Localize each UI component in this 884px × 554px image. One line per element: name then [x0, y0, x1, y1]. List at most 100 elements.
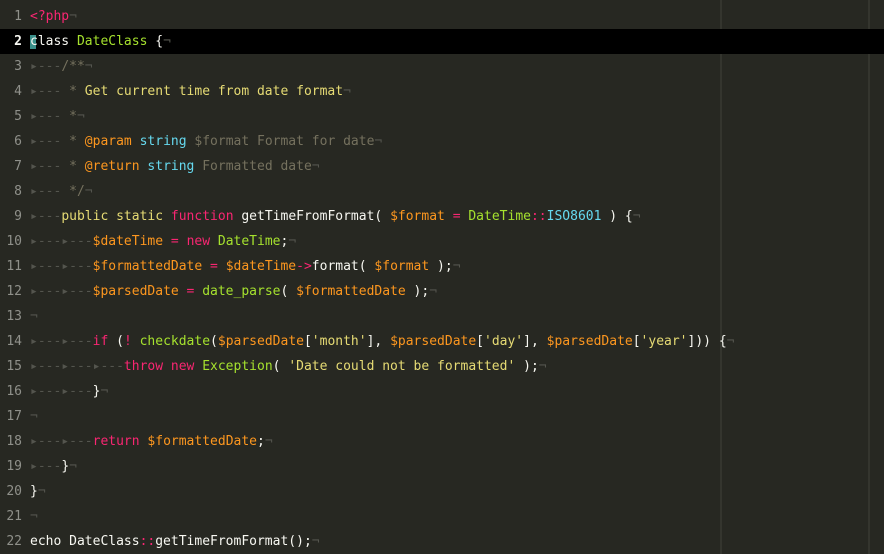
- line-number: 10: [6, 234, 22, 249]
- whitespace-marker: ¬: [311, 159, 320, 174]
- whitespace-marker: ▸---▸---: [30, 434, 93, 449]
- code-token: $dateTime: [225, 259, 297, 274]
- line-number: 22: [6, 534, 22, 549]
- code-token: public: [61, 209, 109, 224]
- code-line[interactable]: 9 ▸---public static function getTimeFromF…: [0, 204, 884, 229]
- whitespace-marker: ¬: [429, 284, 438, 299]
- code-text[interactable]: class DateClass {¬: [30, 29, 171, 54]
- line-number: 18: [6, 434, 22, 449]
- code-text[interactable]: ▸---▸---if (! checkdate($parsedDate['mon…: [30, 329, 734, 354]
- whitespace-marker: ▸---▸---: [30, 259, 93, 274]
- code-line[interactable]: 14 ▸---▸---if (! checkdate($parsedDate['m…: [0, 329, 884, 354]
- code-token: );: [405, 284, 430, 299]
- code-line[interactable]: 10 ▸---▸---$dateTime = new DateTime;¬: [0, 229, 884, 254]
- code-line[interactable]: 16 ▸---▸---}¬: [0, 379, 884, 404]
- code-token: $parsedDate: [217, 334, 304, 349]
- line-number: 2: [14, 34, 22, 49]
- line-number: 13: [6, 309, 22, 324]
- code-line[interactable]: 6 ▸--- * @param string $format Format for…: [0, 129, 884, 154]
- whitespace-marker: ▸---▸---▸---: [30, 359, 124, 374]
- code-text[interactable]: ▸--- * @param string $format Format for …: [30, 129, 382, 154]
- code-line[interactable]: 19 ▸---}¬: [0, 454, 884, 479]
- code-line-active[interactable]: 2 class DateClass {¬: [0, 29, 884, 54]
- code-token: 'month': [311, 334, 367, 349]
- code-text[interactable]: ¬: [30, 504, 38, 529]
- code-text[interactable]: ▸---▸---$parsedDate = date_parse( $forma…: [30, 279, 437, 304]
- code-text[interactable]: ▸---▸---▸---throw new Exception( 'Date c…: [30, 354, 547, 379]
- code-text[interactable]: ▸---▸---}¬: [30, 379, 108, 404]
- whitespace-marker: ▸---: [30, 134, 62, 149]
- code-text[interactable]: ▸--- * @return string Formatted date¬: [30, 154, 320, 179]
- code-line[interactable]: 20}¬: [0, 479, 884, 504]
- code-text[interactable]: ¬: [30, 404, 38, 429]
- code-line[interactable]: 8 ▸--- */¬: [0, 179, 884, 204]
- line-number: 15: [6, 359, 22, 374]
- whitespace-marker: ¬: [538, 359, 547, 374]
- code-text[interactable]: ▸---▸---return $formattedDate;¬: [30, 429, 273, 454]
- code-token: $format: [390, 209, 445, 224]
- code-token: [: [632, 334, 641, 349]
- code-token: getTimeFromFormat();: [155, 534, 312, 549]
- code-text[interactable]: <?php¬: [30, 4, 77, 29]
- code-token: $format: [374, 259, 430, 274]
- code-token: function: [170, 209, 234, 224]
- line-number: 5: [14, 109, 22, 124]
- code-text[interactable]: ▸---}¬: [30, 454, 77, 479]
- code-line[interactable]: 5 ▸--- *¬: [0, 104, 884, 129]
- whitespace-marker: ▸---▸---: [30, 284, 93, 299]
- code-text[interactable]: ▸---public static function getTimeFromFo…: [30, 204, 641, 229]
- whitespace-marker: ¬: [288, 234, 297, 249]
- code-line[interactable]: 11 ▸---▸---$formattedDate = $dateTime->fo…: [0, 254, 884, 279]
- code-text[interactable]: ▸--- */¬: [30, 179, 93, 204]
- code-editor[interactable]: 1 <?php¬ 2 class DateClass {¬ 3 ▸---/**¬ 4 ▸---…: [0, 0, 884, 554]
- code-text[interactable]: ▸---/**¬: [30, 54, 93, 79]
- code-line[interactable]: 21 ¬: [0, 504, 884, 529]
- code-line[interactable]: 15 ▸---▸---▸---throw new Exception( 'Date…: [0, 354, 884, 379]
- code-line[interactable]: 3 ▸---/**¬: [0, 54, 884, 79]
- code-line[interactable]: 4 ▸--- * Get current time from date forma…: [0, 79, 884, 104]
- code-token: $formattedDate: [92, 259, 203, 274]
- line-number: 14: [6, 334, 22, 349]
- code-token: ;: [257, 434, 265, 449]
- code-token: getTimeFromFormat(: [233, 209, 391, 224]
- code-text[interactable]: ▸---▸---$formattedDate = $dateTime->form…: [30, 254, 461, 279]
- code-text[interactable]: ▸--- *¬: [30, 104, 85, 129]
- code-text[interactable]: ▸--- * Get current time from date format…: [30, 79, 351, 104]
- code-token: *: [61, 134, 85, 149]
- whitespace-marker: ¬: [84, 184, 93, 199]
- code-token: );: [515, 359, 539, 374]
- whitespace-marker: ▸---: [30, 459, 62, 474]
- code-text[interactable]: ¬: [30, 304, 38, 329]
- code-token: @return: [84, 159, 140, 174]
- line-number: 17: [6, 409, 22, 424]
- code-line[interactable]: 7 ▸--- * @return string Formatted date¬: [0, 154, 884, 179]
- code-text[interactable]: }¬: [30, 479, 46, 504]
- code-line[interactable]: 17 ¬: [0, 404, 884, 429]
- code-token: static: [116, 209, 164, 224]
- code-text[interactable]: echo DateClass::getTimeFromFormat();¬: [30, 529, 320, 554]
- whitespace-marker: ¬: [264, 434, 273, 449]
- code-token: DateClass: [76, 34, 148, 49]
- code-line[interactable]: 13 ¬: [0, 304, 884, 329]
- code-token: 'year': [640, 334, 688, 349]
- code-line[interactable]: 12 ▸---▸---$parsedDate = date_parse( $for…: [0, 279, 884, 304]
- code-token: !: [123, 334, 132, 349]
- code-token: DateTime: [217, 234, 281, 249]
- code-token: $formattedDate: [147, 434, 257, 449]
- code-token: format(: [311, 259, 375, 274]
- whitespace-marker: ¬: [343, 84, 351, 99]
- code-token: ISO8601: [546, 209, 602, 224]
- code-token: /**: [61, 59, 85, 74]
- code-line[interactable]: 1 <?php¬: [0, 4, 884, 29]
- whitespace-marker: ¬: [374, 134, 383, 149]
- code-token: if: [92, 334, 109, 349]
- code-token: Formatted date: [194, 159, 312, 174]
- code-text[interactable]: ▸---▸---$dateTime = new DateTime;¬: [30, 229, 296, 254]
- code-token: echo DateClass: [30, 534, 140, 549]
- code-line[interactable]: 22 echo DateClass::getTimeFromFormat();¬: [0, 529, 884, 554]
- code-token: $format Format for date: [186, 134, 375, 149]
- code-line[interactable]: 18 ▸---▸---return $formattedDate;¬: [0, 429, 884, 454]
- code-token: $formattedDate: [296, 284, 406, 299]
